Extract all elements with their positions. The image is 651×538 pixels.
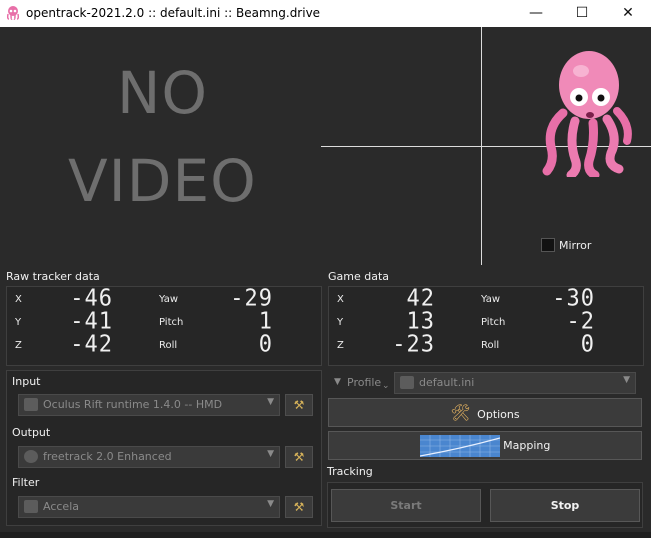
tracking-label: Tracking	[327, 465, 373, 478]
stop-button[interactable]: Stop	[490, 489, 640, 522]
chevron-down-icon: ▼	[267, 499, 274, 509]
game-yaw-label: Yaw	[481, 294, 501, 305]
start-button[interactable]: Start	[331, 489, 481, 522]
chevron-down-icon: ▼	[267, 449, 274, 459]
raw-yaw-label: Yaw	[159, 294, 179, 305]
filter-select-value: Accela	[43, 500, 79, 513]
input-select[interactable]: Oculus Rift runtime 1.4.0 -- HMD ▼	[18, 394, 280, 416]
window-title: opentrack-2021.2.0 :: default.ini :: Bea…	[26, 6, 321, 20]
profile-select[interactable]: default.ini ▼	[394, 372, 636, 394]
output-select-value: freetrack 2.0 Enhanced	[43, 450, 172, 463]
chevron-down-icon: ▼	[623, 375, 630, 385]
profile-menu-arrow-icon[interactable]: ▼	[334, 377, 341, 387]
no-video-line2: VIDEO	[68, 147, 257, 215]
raw-z-label: Z	[15, 340, 22, 351]
hammer-icon: ⚒	[293, 450, 305, 464]
options-button[interactable]: 🛠 Options	[328, 398, 642, 427]
game-data-panel: X 42 Yaw -30 Y 13 Pitch -2 Z -23 Roll 0	[328, 285, 644, 366]
title-bar: opentrack-2021.2.0 :: default.ini :: Bea…	[0, 0, 651, 27]
profile-select-value: default.ini	[419, 376, 475, 389]
hammer-icon: ⚒	[293, 500, 305, 514]
filter-icon	[24, 500, 38, 513]
mapping-curve-icon	[419, 435, 500, 457]
output-settings-button[interactable]: ⚒	[285, 446, 313, 468]
profile-submenu-icon[interactable]: ⌄	[382, 381, 390, 391]
input-select-value: Oculus Rift runtime 1.4.0 -- HMD	[43, 398, 223, 411]
eye-icon	[24, 398, 38, 411]
filter-select[interactable]: Accela ▼	[18, 496, 280, 518]
output-select[interactable]: freetrack 2.0 Enhanced ▼	[18, 446, 280, 468]
mapping-button-label: Mapping	[503, 439, 551, 452]
tools-icon: 🛠	[450, 403, 471, 422]
raw-y-label: Y	[15, 317, 22, 328]
opentrack-app-icon	[6, 6, 20, 20]
crosshair-vertical	[481, 27, 482, 265]
minimize-button[interactable]: —	[513, 0, 559, 27]
game-roll-label: Roll	[481, 340, 500, 351]
mirror-label: Mirror	[559, 239, 592, 252]
raw-x-label: X	[15, 294, 22, 305]
game-z-value: -23	[392, 331, 435, 358]
mapping-button[interactable]: Mapping	[328, 431, 642, 460]
raw-tracker-panel: X -46 Yaw -29 Y -41 Pitch 1 Z -42 Roll 0	[6, 285, 322, 366]
filter-settings-button[interactable]: ⚒	[285, 496, 313, 518]
game-x-label: X	[337, 294, 344, 305]
profile-label[interactable]: Profile	[347, 376, 381, 389]
video-preview: NO VIDEO Mirror	[0, 27, 651, 265]
game-z-label: Z	[337, 340, 344, 351]
input-label: Input	[12, 375, 41, 388]
input-settings-button[interactable]: ⚒	[285, 394, 313, 416]
octopus-pose-icon	[542, 51, 632, 177]
game-y-label: Y	[337, 317, 344, 328]
no-video-line1: NO	[117, 59, 209, 127]
freetrack-icon	[24, 450, 38, 463]
game-roll-value: 0	[580, 331, 595, 358]
raw-tracker-title: Raw tracker data	[6, 270, 100, 283]
options-button-label: Options	[477, 408, 520, 421]
game-pitch-label: Pitch	[481, 317, 506, 328]
output-label: Output	[12, 426, 51, 439]
hammer-icon: ⚒	[293, 398, 305, 412]
bottom-edge	[0, 532, 651, 538]
filter-label: Filter	[12, 476, 40, 489]
raw-pitch-label: Pitch	[159, 317, 184, 328]
close-button[interactable]: ✕	[605, 0, 651, 27]
mirror-checkbox[interactable]	[541, 238, 555, 252]
game-data-title: Game data	[328, 270, 390, 283]
raw-z-value: -42	[70, 331, 113, 358]
raw-roll-label: Roll	[159, 340, 178, 351]
raw-roll-value: 0	[258, 331, 273, 358]
chevron-down-icon: ▼	[267, 397, 274, 407]
maximize-button[interactable]: ☐	[559, 0, 605, 27]
profile-file-icon	[400, 376, 414, 389]
